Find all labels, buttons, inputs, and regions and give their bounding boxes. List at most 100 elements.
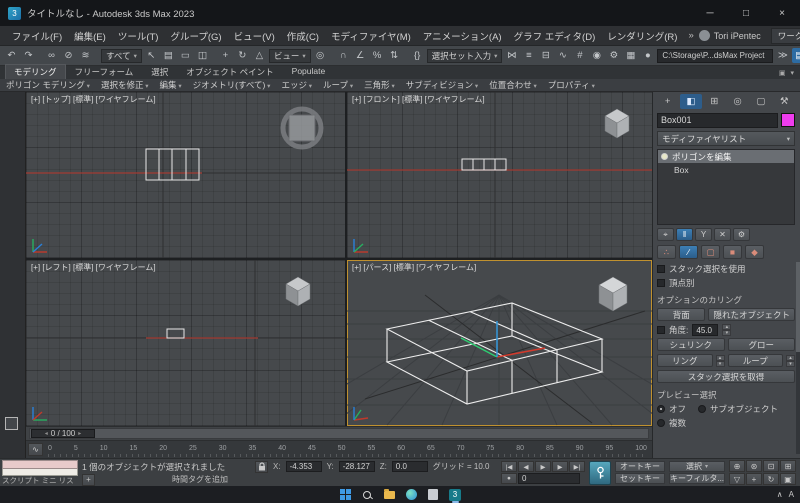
go-to-end-button[interactable]: ▶| [569,461,585,472]
bind-spacewarp-icon[interactable]: ≋ [78,48,93,63]
minimize-button[interactable]: ─ [692,0,728,26]
viewcube[interactable] [285,276,311,307]
ribbon-group-dropdown[interactable]: 編集 [160,79,182,91]
ribbon-group-dropdown[interactable]: 位置合わせ [489,79,537,91]
zoom-all-icon[interactable]: ⊛ [746,460,762,472]
mirror-icon[interactable]: ⋈ [504,48,519,63]
scale-icon[interactable]: △ [252,48,267,63]
add-time-tag[interactable]: 時間タグを追加 [172,474,228,485]
utilities-tab-icon[interactable]: ⚒ [774,94,795,109]
angle-value-field[interactable]: 45.0 [692,324,719,336]
viewport-layout-tab-button[interactable] [5,417,18,430]
time-slider[interactable]: ◂ 0 / 100 ▸ [26,426,652,440]
object-name-field[interactable]: Box001 [657,112,778,128]
selection-filter-dropdown[interactable]: すべて [101,48,142,63]
modifier-list-dropdown[interactable]: モディファイヤリスト ▾ [657,131,795,146]
select-link-icon[interactable]: ∞ [44,48,59,63]
by-vertex-checkbox[interactable]: 頂点別 [657,277,795,289]
rotate-icon[interactable]: ↻ [235,48,250,63]
radio-off[interactable] [657,405,665,413]
angle-snap-icon[interactable]: ∠ [353,48,368,63]
viewport-perspective-label[interactable]: [+] [パース] [標準] [ワイヤフレーム] [352,262,476,273]
by-angle-row[interactable]: 角度: 45.0 ▴ ▾ [657,324,795,336]
motion-tab-icon[interactable]: ◎ [727,94,748,109]
menu-item[interactable]: レンダリング(R) [601,27,683,45]
loop-spinner[interactable]: ▴ ▾ [786,354,795,367]
configure-modifier-sets-icon[interactable]: ⚙ [733,228,750,241]
field-of-view-icon[interactable]: ▽ [729,473,745,485]
pivot-center-icon[interactable]: ◎ [313,48,328,63]
ribbon-minimize-icon[interactable]: ▾ [790,69,794,77]
start-button[interactable] [339,488,352,501]
preview-multi-row[interactable]: 複数 [657,417,795,429]
rendered-frame-icon[interactable]: ▦ [623,48,638,63]
viewport-perspective[interactable]: [+] [パース] [標準] [ワイヤフレーム] [347,260,652,426]
maximize-button[interactable]: □ [728,0,764,26]
frame-forward-nub[interactable]: ▸ [78,430,81,437]
macro-recorder-field[interactable] [2,460,78,469]
ribbon-group-dropdown[interactable]: エッジ [281,79,312,91]
border-mode-icon[interactable]: ▢ [701,245,720,259]
element-mode-icon[interactable]: ◆ [745,245,764,259]
polygon-mode-icon[interactable]: ■ [723,245,742,259]
track-bar[interactable]: ∿ 0 5 10 15 20 25 30 35 40 45 50 55 60 65 70 75 80 85 90 95… [26,440,652,458]
close-button[interactable]: × [764,0,800,26]
hidden-objects-button[interactable]: 隠れたオブジェクト [708,308,795,321]
menu-item[interactable]: グループ(G) [164,27,227,45]
viewport-top-label[interactable]: [+] [トップ] [標準] [ワイヤフレーム] [31,94,156,105]
menu-item[interactable]: アニメーション(A) [417,27,508,45]
stack-row-box[interactable]: Box [658,163,794,176]
viewcube[interactable] [280,106,324,150]
orbit-icon[interactable]: ↻ [763,473,779,485]
align-icon[interactable]: ≡ [521,48,536,63]
create-tab-icon[interactable]: + [657,94,678,109]
viewport-top[interactable]: [+] [トップ] [標準] [ワイヤフレーム] [26,92,345,258]
absolute-offset-toggle-icon[interactable]: + [82,473,95,486]
hierarchy-tab-icon[interactable]: ⊞ [704,94,725,109]
key-mode-toggle-icon[interactable]: ● [501,473,517,484]
signin-user[interactable]: Tori iPentec [698,30,761,41]
viewport-left[interactable]: [+] [レフト] [標準] [ワイヤフレーム] [26,260,345,426]
preview-off-row[interactable]: オフ サブオブジェクト [657,403,795,415]
viewport-perspective-canvas[interactable] [347,260,652,426]
redo-icon[interactable]: ↷ [21,48,36,63]
viewport-left-label[interactable]: [+] [レフト] [標準] [ワイヤフレーム] [31,262,156,273]
show-end-result-icon[interactable]: ‖ [676,228,693,241]
ribbon-tab[interactable]: オブジェクト ペイント [178,65,281,79]
viewcube[interactable] [604,108,630,139]
previous-frame-button[interactable]: ◀ [518,461,534,472]
play-button[interactable]: ▶ [535,461,551,472]
make-unique-icon[interactable]: Y [695,228,712,241]
ribbon-group-dropdown[interactable]: 選択を修正 [101,79,149,91]
current-frame-field[interactable]: 0 [518,473,580,484]
ribbon-tab[interactable]: フリーフォーム [67,65,142,79]
workspace-selector[interactable]: ワークスペース: 既定値 [770,27,800,44]
selection-lock-icon[interactable] [255,460,268,473]
radio-multiple[interactable] [657,419,665,427]
menu-item[interactable]: モディファイヤ(M) [325,27,417,45]
edge-mode-icon[interactable]: ∕ [679,245,698,259]
vertex-mode-icon[interactable]: ∴ [657,245,676,259]
menu-overflow-button[interactable]: » [683,28,698,43]
y-coordinate-field[interactable]: -28.127 [338,461,375,472]
spinner-down-icon[interactable]: ▾ [715,360,725,367]
spinner-down-icon[interactable]: ▾ [786,360,795,367]
shrink-button[interactable]: シュリンク [657,338,725,351]
spinner-snap-icon[interactable]: ⇅ [387,48,402,63]
time-slider-groove[interactable]: ◂ 0 / 100 ▸ [29,428,649,439]
percent-snap-icon[interactable]: % [370,48,385,63]
modifier-enable-bulb-icon[interactable] [661,153,668,160]
menu-item[interactable]: ファイル(F) [6,27,68,45]
document-app-icon[interactable] [427,488,440,501]
checkbox[interactable] [657,326,665,334]
modify-tab-icon[interactable]: ◧ [680,94,702,109]
x-coordinate-field[interactable]: -4.353 [285,461,322,472]
loop-button[interactable]: ループ [727,354,783,367]
select-by-name-icon[interactable]: ▤ [161,48,176,63]
selection-region-icon[interactable]: ▭ [178,48,193,63]
search-button[interactable] [361,488,374,501]
backface-button[interactable]: 背面 [657,308,706,321]
menu-item[interactable]: グラフ エディタ(D) [508,27,602,45]
next-frame-button[interactable]: ▶ [552,461,568,472]
set-key-button[interactable]: セットキー [615,473,665,484]
